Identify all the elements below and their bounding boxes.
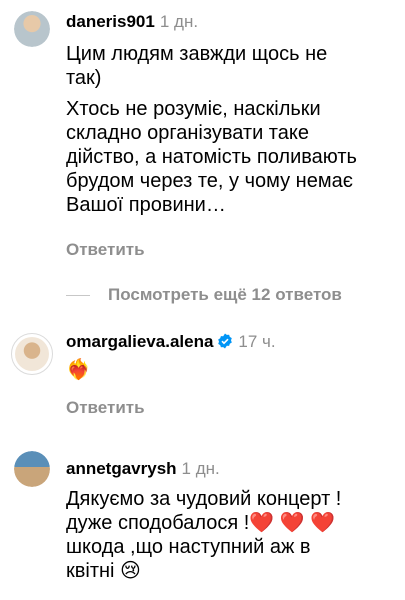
reply-button[interactable]: Ответить (66, 240, 145, 260)
view-replies-button[interactable]: Посмотреть ещё 12 ответов (66, 285, 342, 305)
comment-text: Цим людям завжди щось не так) (66, 43, 328, 89)
reply-button[interactable]: Ответить (66, 398, 145, 418)
comment-daneris901: daneris901 1 дн. Цим людям завжди щось не… (0, 0, 405, 270)
comment-text: Хтось не розуміє, наскільки складно орга… (66, 98, 357, 216)
comment-header: omargalieva.alena 17 ч. (66, 332, 276, 352)
username[interactable]: annetgavrysh (66, 459, 177, 478)
view-replies-label: Посмотреть ещё 12 ответов (108, 285, 342, 304)
comment-time: 1 дн. (181, 459, 220, 478)
username[interactable]: omargalieva.alena (66, 332, 213, 351)
comment-time: 17 ч. (238, 332, 276, 351)
comment-header: daneris901 1 дн. (66, 12, 198, 32)
comment-header: annetgavrysh 1 дн. (66, 459, 220, 479)
avatar[interactable] (11, 333, 53, 375)
username[interactable]: daneris901 (66, 12, 155, 31)
comment-time: 1 дн. (159, 12, 199, 31)
comment-text: ❤️‍🔥 (66, 359, 91, 381)
avatar[interactable] (14, 11, 50, 47)
comment-text: Дякуємо за чудовий концерт ! дуже сподоб… (66, 488, 342, 582)
avatar[interactable] (14, 451, 50, 487)
comment-omargalieva: omargalieva.alena 17 ч. ❤️‍🔥 Ответить (0, 325, 405, 425)
comment-annetgavrysh: annetgavrysh 1 дн. Дякуємо за чудовий кон… (0, 445, 405, 600)
verified-badge-icon (218, 333, 233, 349)
divider-line (66, 295, 90, 297)
